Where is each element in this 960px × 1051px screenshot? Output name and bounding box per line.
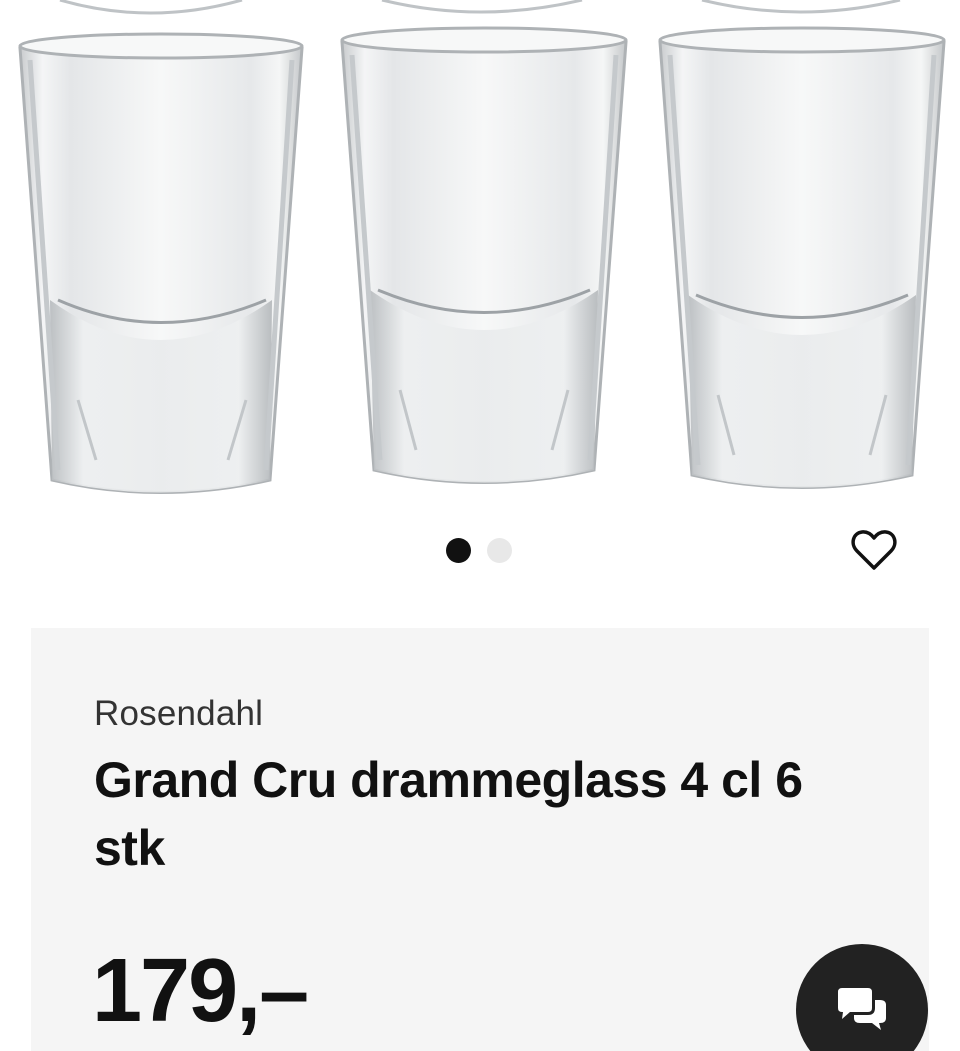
- glass-top-right: [701, 0, 901, 14]
- glass-middle: [340, 26, 628, 484]
- glass-top-middle: [381, 0, 583, 14]
- gallery-pagination: [446, 538, 512, 563]
- glass-left: [18, 32, 304, 494]
- product-info-card: Rosendahl Grand Cru drammeglass 4 cl 6 s…: [31, 628, 929, 1051]
- product-title: Grand Cru drammeglass 4 cl 6 stk: [94, 752, 803, 876]
- favorite-button[interactable]: [848, 524, 900, 576]
- product-brand[interactable]: Rosendahl: [94, 694, 263, 734]
- gallery-dot-2[interactable]: [487, 538, 512, 563]
- product-page: Rosendahl Grand Cru drammeglass 4 cl 6 s…: [0, 0, 960, 1051]
- glass-top-left: [59, 0, 243, 15]
- chat-bubbles-icon: [838, 988, 886, 1030]
- glass-right: [658, 26, 946, 489]
- product-image-gallery[interactable]: [0, 0, 960, 520]
- gallery-dot-1[interactable]: [446, 538, 471, 563]
- product-price: 179,–: [92, 941, 309, 1041]
- product-image: [18, 0, 946, 494]
- heart-outline-icon: [851, 530, 897, 570]
